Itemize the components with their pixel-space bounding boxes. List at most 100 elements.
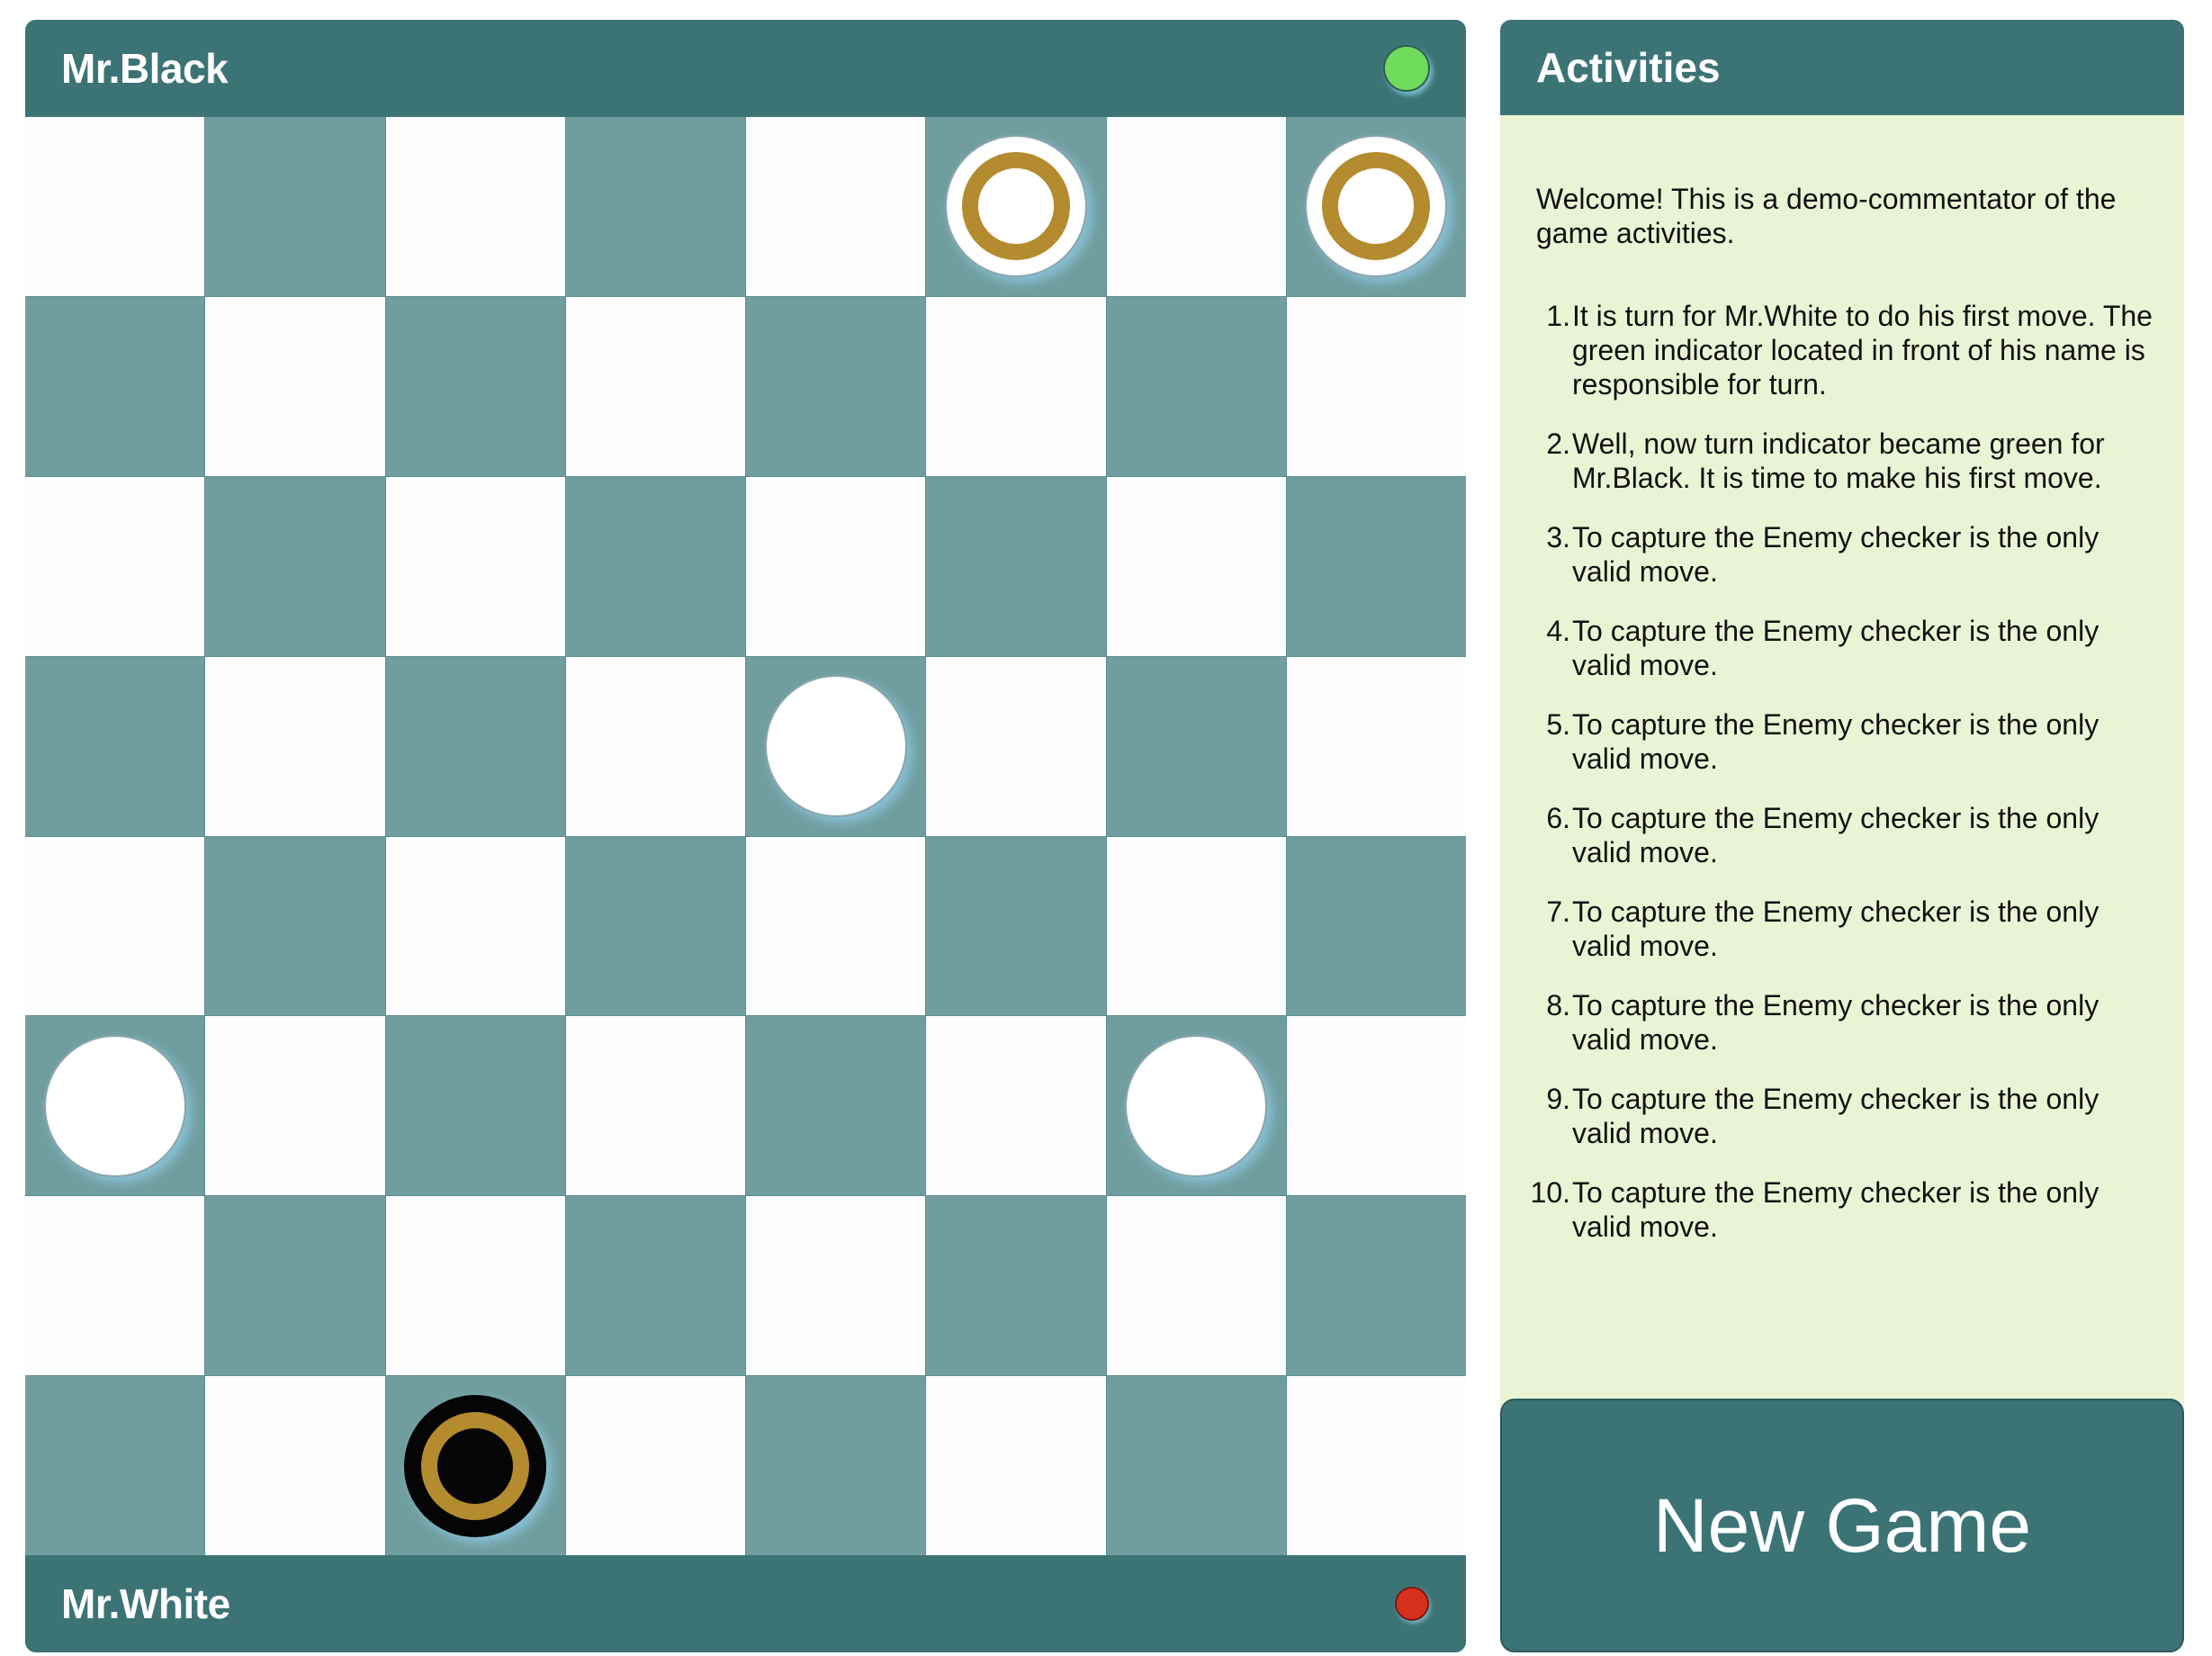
- board-square[interactable]: [565, 1196, 745, 1376]
- turn-indicator-bottom: [1395, 1587, 1429, 1621]
- board-square[interactable]: [25, 117, 205, 296]
- board-square[interactable]: [1106, 836, 1286, 1016]
- log-item-number: 4.: [1546, 615, 1570, 647]
- board-square[interactable]: [746, 1196, 926, 1376]
- board-square[interactable]: [205, 1196, 385, 1376]
- log-item-text: It is turn for Mr.White to do his first …: [1572, 300, 2153, 400]
- board-square[interactable]: [926, 476, 1106, 656]
- board-square[interactable]: [385, 1376, 565, 1555]
- board-square[interactable]: [205, 117, 385, 296]
- log-item-number: 2.: [1546, 428, 1570, 460]
- board-square[interactable]: [746, 1376, 926, 1555]
- board-square[interactable]: [1286, 1376, 1466, 1555]
- board-square[interactable]: [746, 836, 926, 1016]
- log-item-number: 1.: [1546, 300, 1570, 332]
- board-square[interactable]: [205, 1016, 385, 1196]
- board-square[interactable]: [926, 656, 1106, 836]
- turn-indicator-top: [1383, 45, 1430, 92]
- white-king-piece[interactable]: [944, 135, 1087, 278]
- log-item-text: To capture the Enemy checker is the only…: [1572, 896, 2100, 962]
- board-square[interactable]: [25, 656, 205, 836]
- board-square[interactable]: [565, 656, 745, 836]
- board-square[interactable]: [565, 296, 745, 476]
- white-piece[interactable]: [43, 1034, 186, 1177]
- board-square[interactable]: [926, 1376, 1106, 1555]
- log-item-number: 10.: [1530, 1176, 1570, 1209]
- white-king-piece[interactable]: [1305, 135, 1448, 278]
- board-square[interactable]: [25, 1196, 205, 1376]
- log-item: 7. To capture the Enemy checker is the on…: [1536, 895, 2157, 963]
- board-square[interactable]: [385, 836, 565, 1016]
- board-square[interactable]: [25, 296, 205, 476]
- log-item: 9. To capture the Enemy checker is the on…: [1536, 1082, 2157, 1150]
- board-square[interactable]: [926, 836, 1106, 1016]
- game-panel: Mr.Black Mr.White: [25, 20, 1466, 1652]
- board-square[interactable]: [385, 656, 565, 836]
- black-king-piece[interactable]: [404, 1394, 547, 1537]
- board-square[interactable]: [565, 1376, 745, 1555]
- board-square[interactable]: [205, 656, 385, 836]
- board-square[interactable]: [1106, 1196, 1286, 1376]
- log-item-text: To capture the Enemy checker is the only…: [1572, 708, 2100, 775]
- log-item-number: 7.: [1546, 896, 1570, 928]
- board-square[interactable]: [1106, 1376, 1286, 1555]
- board-square[interactable]: [1106, 1016, 1286, 1196]
- log-item-text: To capture the Enemy checker is the only…: [1572, 615, 2100, 681]
- board-square[interactable]: [205, 836, 385, 1016]
- board-square[interactable]: [385, 117, 565, 296]
- log-item-number: 3.: [1546, 521, 1570, 554]
- board-square[interactable]: [746, 117, 926, 296]
- board-square[interactable]: [1106, 117, 1286, 296]
- player-bar: Mr.White: [25, 1555, 1466, 1652]
- log-item-text: To capture the Enemy checker is the only…: [1572, 1083, 2100, 1149]
- log-item-number: 9.: [1546, 1083, 1570, 1115]
- board-square[interactable]: [1106, 656, 1286, 836]
- board-square[interactable]: [565, 836, 745, 1016]
- white-piece[interactable]: [1125, 1034, 1268, 1177]
- board-square[interactable]: [205, 296, 385, 476]
- board-square[interactable]: [1286, 656, 1466, 836]
- white-piece[interactable]: [764, 675, 907, 818]
- board-square[interactable]: [1106, 476, 1286, 656]
- board-square[interactable]: [565, 117, 745, 296]
- board-square[interactable]: [1286, 1016, 1466, 1196]
- board-square[interactable]: [1286, 836, 1466, 1016]
- board-square[interactable]: [25, 1376, 205, 1555]
- log-item-text: To capture the Enemy checker is the only…: [1572, 1176, 2100, 1243]
- board-square[interactable]: [385, 1196, 565, 1376]
- board-square[interactable]: [385, 476, 565, 656]
- board-square[interactable]: [746, 656, 926, 836]
- board-square[interactable]: [205, 476, 385, 656]
- board-square[interactable]: [1286, 117, 1466, 296]
- board-square[interactable]: [565, 1016, 745, 1196]
- log-item: 1. It is turn for Mr.White to do his firs…: [1536, 299, 2157, 401]
- board-square[interactable]: [565, 476, 745, 656]
- new-game-button[interactable]: New Game: [1500, 1399, 2184, 1652]
- board-square[interactable]: [25, 1016, 205, 1196]
- board-square[interactable]: [1286, 296, 1466, 476]
- board-square[interactable]: [926, 296, 1106, 476]
- log-item-number: 6.: [1546, 802, 1570, 834]
- crown-ring-icon: [421, 1411, 530, 1520]
- board-square[interactable]: [1286, 476, 1466, 656]
- opponent-bar: Mr.Black: [25, 20, 1466, 117]
- board-square[interactable]: [926, 117, 1106, 296]
- log-item-text: To capture the Enemy checker is the only…: [1572, 989, 2100, 1056]
- board-square[interactable]: [385, 1016, 565, 1196]
- crown-ring-icon: [961, 152, 1070, 261]
- activities-panel: Activities Welcome! This is a demo-comme…: [1500, 20, 2184, 1406]
- board-square[interactable]: [205, 1376, 385, 1555]
- board-square[interactable]: [746, 296, 926, 476]
- board-square[interactable]: [25, 476, 205, 656]
- board-square[interactable]: [746, 1016, 926, 1196]
- board-square[interactable]: [25, 836, 205, 1016]
- board-square[interactable]: [385, 296, 565, 476]
- activities-header: Activities: [1500, 20, 2184, 115]
- log-item: 3. To capture the Enemy checker is the on…: [1536, 520, 2157, 589]
- checkers-board[interactable]: [25, 117, 1466, 1555]
- board-square[interactable]: [926, 1196, 1106, 1376]
- board-square[interactable]: [1286, 1196, 1466, 1376]
- board-square[interactable]: [746, 476, 926, 656]
- board-square[interactable]: [1106, 296, 1286, 476]
- board-square[interactable]: [926, 1016, 1106, 1196]
